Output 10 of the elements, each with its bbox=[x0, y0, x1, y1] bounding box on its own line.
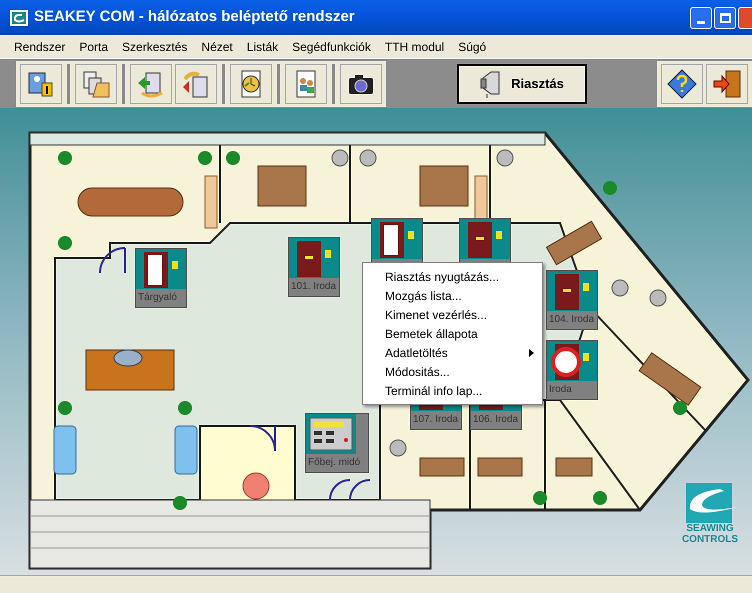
logo-text: SEAWING bbox=[686, 523, 734, 534]
terminal-label: Főbej. midó bbox=[307, 456, 362, 470]
terminal-label: Iroda bbox=[548, 383, 573, 397]
terminal-label: Tárgyaló bbox=[137, 291, 178, 305]
terminal-label: 101. Iroda bbox=[290, 280, 338, 294]
logo-text: CONTROLS bbox=[682, 534, 738, 545]
terminal-label: 107. Iroda bbox=[412, 413, 460, 427]
terminal-label: 106. Iroda bbox=[472, 413, 520, 427]
window-title: SEAKEY COM - hálózatos beléptető rendszer bbox=[34, 7, 356, 28]
terminal-label: 104. Iroda bbox=[548, 313, 596, 327]
